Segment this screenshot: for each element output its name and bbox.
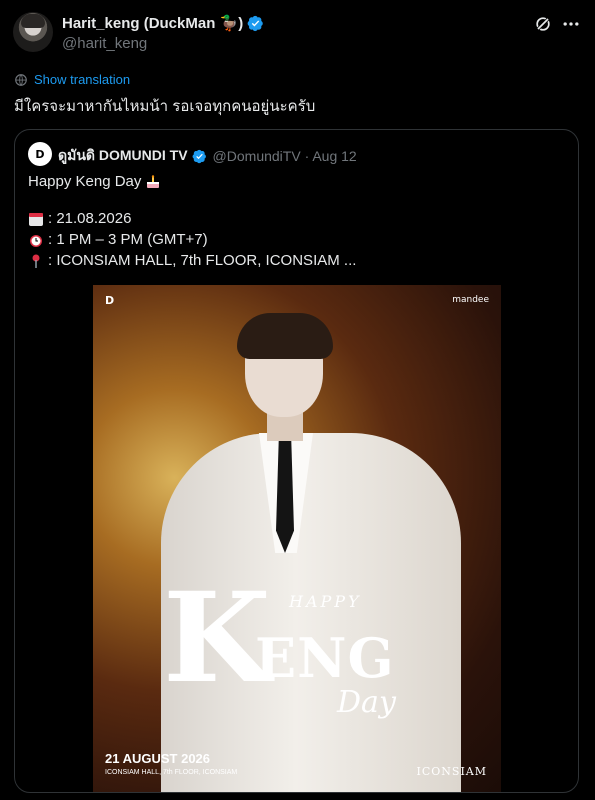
quoted-date-line: : 21.08.2026 — [28, 210, 131, 227]
translation-label: Show translation — [34, 72, 131, 87]
poster-iconsiam-logo: ICONSIAM — [416, 765, 487, 778]
author-display-name[interactable]: Harit_keng (DuckMan 🦆) — [62, 14, 243, 32]
poster-date: 21 AUGUST 2026 — [105, 751, 211, 766]
verified-badge-icon — [247, 15, 263, 31]
poster-venue: ICONSIAM HALL, 7th FLOOR, ICONSIAM — [105, 769, 238, 776]
show-translation-link[interactable]: Show translation — [14, 72, 130, 87]
quoted-tweet[interactable]: D ดูมันดิ DOMUNDI TV @DomundiTV · Aug 12… — [14, 129, 579, 793]
quoted-author-row: ดูมันดิ DOMUNDI TV @DomundiTV · Aug 12 — [58, 145, 357, 167]
quoted-location: : ICONSIAM HALL, 7th FLOOR, ICONSIAM ... — [48, 252, 357, 269]
quoted-avatar-logo: D — [35, 147, 45, 161]
calendar-emoji — [29, 212, 43, 226]
cake-emoji — [147, 174, 160, 188]
more-icon[interactable] — [561, 14, 581, 34]
tweet-text: มีใครจะมาหากันไหมน้า รอเจอทุกคนอยู่นะครั… — [14, 98, 316, 115]
author-handle[interactable]: @harit_keng — [62, 35, 147, 52]
author-row: Harit_keng (DuckMan 🦆) — [62, 14, 264, 32]
poster-person-tie — [276, 441, 294, 553]
poster-happy-text: HAPPY — [289, 592, 362, 611]
event-poster-image[interactable]: D mandee HAPPY K ENG Day 21 AUGUST 2026 … — [93, 285, 501, 792]
quoted-handle-date: @DomundiTV · Aug 12 — [212, 148, 357, 164]
quoted-time-line: : 1 PM – 3 PM (GMT+7) — [28, 231, 208, 248]
author-avatar[interactable] — [13, 12, 53, 52]
quoted-title-line: Happy Keng Day — [28, 173, 161, 190]
quoted-avatar[interactable]: D — [28, 142, 52, 166]
grok-icon[interactable] — [533, 14, 553, 34]
poster-domundi-logo: D — [105, 294, 115, 307]
verified-badge-icon — [192, 149, 206, 163]
quoted-title: Happy Keng Day — [28, 173, 142, 190]
quoted-location-line: : ICONSIAM HALL, 7th FLOOR, ICONSIAM ... — [28, 252, 356, 269]
quoted-display-name[interactable]: ดูมันดิ DOMUNDI TV — [58, 145, 188, 167]
pin-emoji — [32, 254, 40, 268]
translate-icon — [15, 73, 27, 86]
poster-eng-text: ENG — [255, 626, 395, 690]
poster-mandee-logo: mandee — [452, 295, 489, 305]
quoted-time: : 1 PM – 3 PM (GMT+7) — [48, 231, 208, 248]
poster-day-text: Day — [337, 685, 396, 720]
quoted-date: : 21.08.2026 — [48, 210, 132, 227]
alarm-clock-emoji — [30, 234, 42, 247]
poster-person-hair — [237, 313, 333, 359]
